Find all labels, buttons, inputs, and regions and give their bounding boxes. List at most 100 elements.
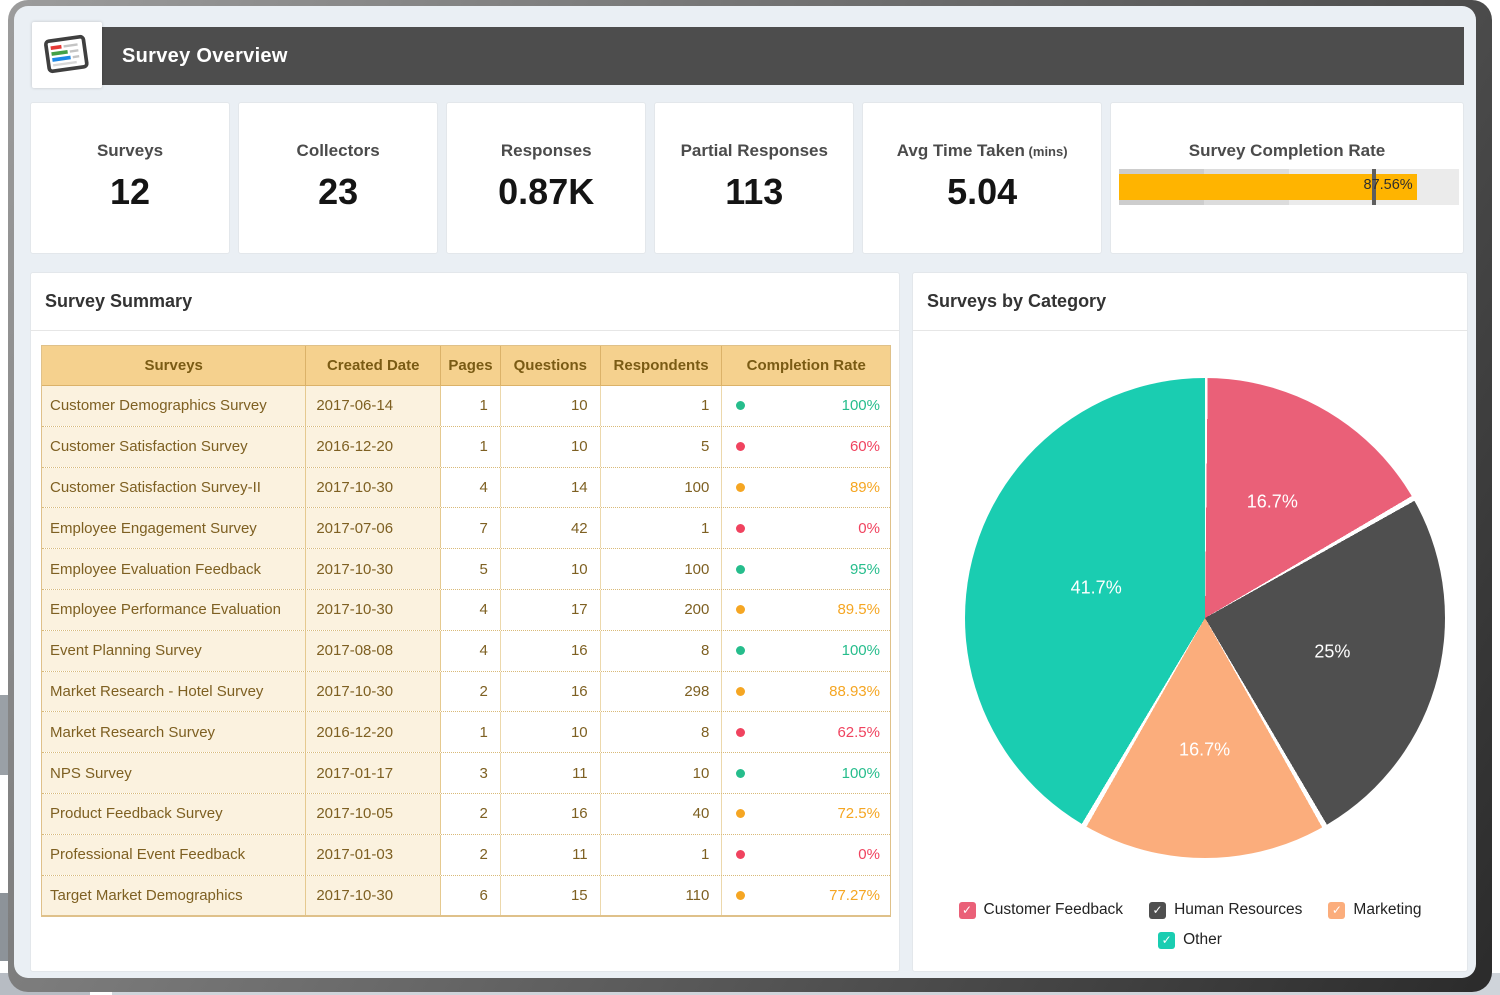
- completion-rate-value: 95%: [850, 561, 880, 578]
- table-row[interactable]: NPS Survey2017-01-1731110100%: [42, 753, 890, 794]
- kpi-card-avg-time-taken: Avg Time Taken (mins)5.04: [862, 102, 1102, 254]
- completion-rate-value: 72.5%: [837, 805, 880, 822]
- status-dot: [736, 687, 745, 696]
- questions-cell: 10: [501, 427, 601, 467]
- kpi-label: Avg Time Taken (mins): [863, 141, 1101, 161]
- pages-cell: 2: [441, 835, 501, 875]
- survey-name-cell: Professional Event Feedback: [42, 835, 306, 875]
- completion-rate-value: 77.27%: [829, 887, 880, 904]
- table-row[interactable]: Customer Satisfaction Survey2016-12-2011…: [42, 427, 890, 468]
- kpi-label: Partial Responses: [655, 141, 853, 161]
- column-header: Respondents: [601, 346, 723, 385]
- completion-rate-cell: 100%: [722, 386, 890, 426]
- panel-header: Survey Summary: [31, 273, 899, 331]
- completion-rate-value: 60%: [850, 438, 880, 455]
- questions-cell: 16: [501, 794, 601, 834]
- status-dot: [736, 483, 745, 492]
- table-row[interactable]: Market Research Survey2016-12-20110862.5…: [42, 712, 890, 753]
- created-date-cell: 2017-10-30: [306, 468, 441, 508]
- kpi-label-suffix: (mins): [1025, 144, 1068, 159]
- page-title: Survey Overview: [102, 45, 288, 68]
- pages-cell: 4: [441, 631, 501, 671]
- completion-rate-cell: 88.93%: [722, 672, 890, 712]
- respondents-cell: 1: [601, 386, 723, 426]
- window-frame: Survey Overview Surveys12Collectors23Res…: [8, 0, 1492, 992]
- kpi-value: 113: [655, 171, 853, 213]
- status-dot: [736, 401, 745, 410]
- legend-label: Human Resources: [1174, 901, 1302, 919]
- kpi-label: Collectors: [239, 141, 437, 161]
- created-date-cell: 2017-06-14: [306, 386, 441, 426]
- column-header: Completion Rate: [722, 346, 890, 385]
- kpi-value: 23: [239, 171, 437, 213]
- questions-cell: 14: [501, 468, 601, 508]
- questions-cell: 10: [501, 386, 601, 426]
- table-row[interactable]: Employee Evaluation Feedback2017-10-3051…: [42, 549, 890, 590]
- table-row[interactable]: Customer Satisfaction Survey-II2017-10-3…: [42, 468, 890, 509]
- pie-slice-label: 41.7%: [1071, 578, 1122, 599]
- gauge-value-label: 87.56%: [1333, 177, 1413, 193]
- survey-name-cell: Market Research Survey: [42, 712, 306, 752]
- table-row[interactable]: Product Feedback Survey2017-10-052164072…: [42, 794, 890, 835]
- pie-legend: ✓ Customer Feedback ✓ Human Resources ✓Marke…: [931, 901, 1449, 949]
- completion-rate-cell: 0%: [722, 835, 890, 875]
- respondents-cell: 1: [601, 508, 723, 548]
- legend-item-human-resources[interactable]: ✓ Human Resources: [1149, 901, 1302, 919]
- survey-name-cell: Event Planning Survey: [42, 631, 306, 671]
- pages-cell: 2: [441, 794, 501, 834]
- kpi-label: Surveys: [31, 141, 229, 161]
- legend-label: Customer Feedback: [984, 901, 1124, 919]
- respondents-cell: 298: [601, 672, 723, 712]
- table-row[interactable]: Employee Performance Evaluation2017-10-3…: [42, 590, 890, 631]
- survey-name-cell: NPS Survey: [42, 753, 306, 793]
- table-row[interactable]: Employee Engagement Survey2017-07-067421…: [42, 508, 890, 549]
- pages-cell: 6: [441, 876, 501, 916]
- respondents-cell: 8: [601, 631, 723, 671]
- completion-rate-cell: 100%: [722, 753, 890, 793]
- status-dot: [736, 728, 745, 737]
- pages-cell: 3: [441, 753, 501, 793]
- table-row[interactable]: Target Market Demographics2017-10-306151…: [42, 876, 890, 917]
- status-dot: [736, 565, 745, 574]
- legend-checkbox[interactable]: ✓: [959, 902, 976, 919]
- table-row[interactable]: Professional Event Feedback2017-01-03211…: [42, 835, 890, 876]
- created-date-cell: 2017-07-06: [306, 508, 441, 548]
- column-header: Pages: [441, 346, 501, 385]
- status-dot: [736, 646, 745, 655]
- widget-icon-tile: [32, 22, 102, 88]
- completion-rate-cell: 95%: [722, 549, 890, 589]
- questions-cell: 16: [501, 672, 601, 712]
- table-row[interactable]: Customer Demographics Survey2017-06-1411…: [42, 386, 890, 427]
- status-dot: [736, 442, 745, 451]
- completion-rate-value: 0%: [858, 520, 880, 537]
- survey-summary-panel: Survey Summary SurveysCreated DatePagesQ…: [30, 272, 900, 972]
- questions-cell: 16: [501, 631, 601, 671]
- completion-rate-cell: 72.5%: [722, 794, 890, 834]
- legend-checkbox[interactable]: ✓: [1149, 902, 1166, 919]
- column-header: Questions: [501, 346, 601, 385]
- table-row[interactable]: Market Research - Hotel Survey2017-10-30…: [42, 672, 890, 713]
- created-date-cell: 2016-12-20: [306, 427, 441, 467]
- survey-summary-table: SurveysCreated DatePagesQuestionsRespond…: [41, 345, 891, 917]
- created-date-cell: 2017-10-30: [306, 590, 441, 630]
- respondents-cell: 200: [601, 590, 723, 630]
- legend-checkbox[interactable]: ✓: [1158, 932, 1175, 949]
- respondents-cell: 5: [601, 427, 723, 467]
- surveys-by-category-panel: Surveys by Category 16.7%25%16.7%41.7% ✓…: [912, 272, 1468, 972]
- created-date-cell: 2017-01-03: [306, 835, 441, 875]
- completion-rate-value: 100%: [842, 642, 880, 659]
- legend-item-other[interactable]: ✓Other: [1158, 931, 1222, 949]
- respondents-cell: 10: [601, 753, 723, 793]
- kpi-card-partial-responses: Partial Responses 113: [654, 102, 854, 254]
- completion-rate-gauge: 87.56%: [1119, 169, 1459, 205]
- completion-rate-value: 89%: [850, 479, 880, 496]
- table-row[interactable]: Event Planning Survey2017-08-084168100%: [42, 631, 890, 672]
- survey-name-cell: Product Feedback Survey: [42, 794, 306, 834]
- legend-item-customer-feedback[interactable]: ✓ Customer Feedback: [959, 901, 1124, 919]
- created-date-cell: 2017-10-05: [306, 794, 441, 834]
- legend-checkbox[interactable]: ✓: [1328, 902, 1345, 919]
- category-pie-chart[interactable]: 16.7%25%16.7%41.7%: [965, 378, 1445, 858]
- completion-rate-value: 88.93%: [829, 683, 880, 700]
- legend-item-marketing[interactable]: ✓Marketing: [1328, 901, 1421, 919]
- pages-cell: 1: [441, 427, 501, 467]
